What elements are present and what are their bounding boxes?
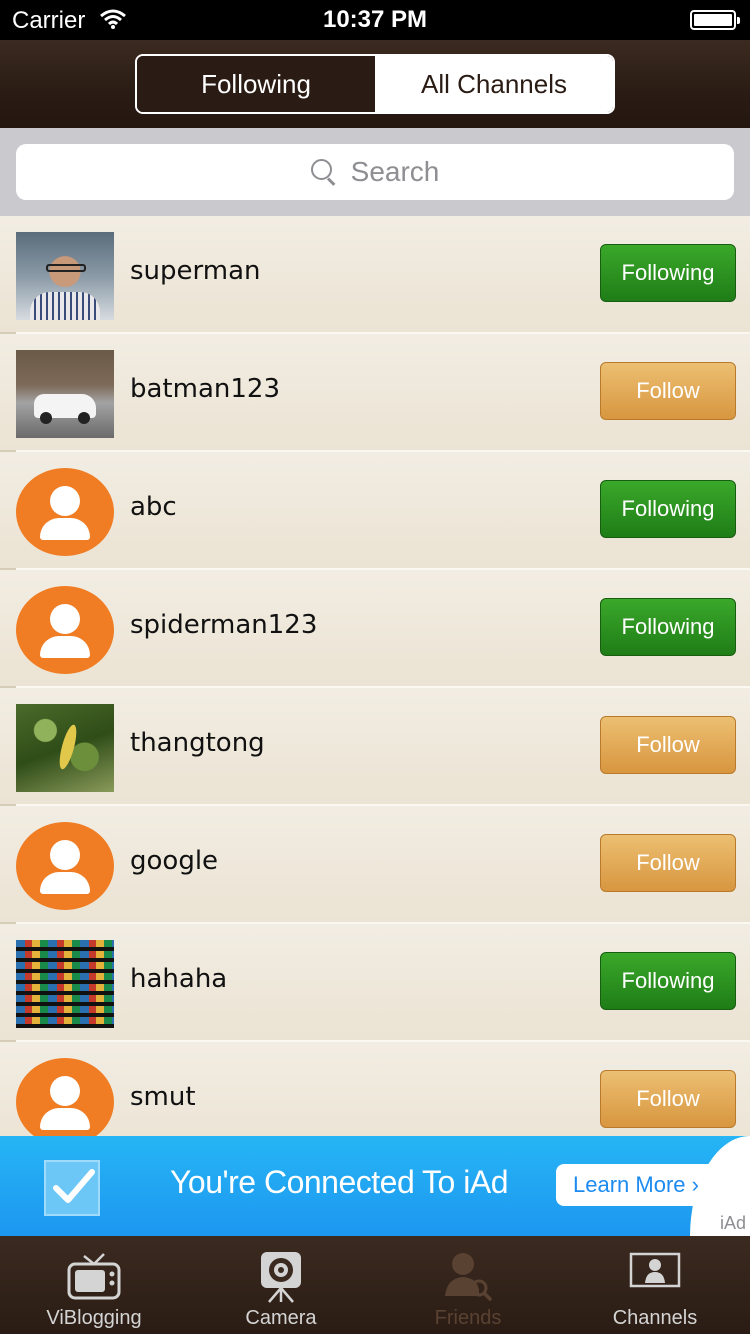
checkmark-icon	[44, 1160, 100, 1216]
tv-icon	[66, 1250, 122, 1304]
battery-icon	[690, 10, 740, 30]
status-bar: Carrier 10:37 PM	[0, 0, 750, 40]
list-item[interactable]: batman123 Follow	[0, 334, 750, 452]
channel-name: hahaha	[130, 964, 228, 994]
list-item[interactable]: superman Following	[0, 216, 750, 334]
tab-label: ViBlogging	[46, 1307, 142, 1329]
channel-name: batman123	[130, 374, 280, 404]
channel-name: thangtong	[130, 728, 265, 758]
channel-name: spiderman123	[130, 610, 318, 640]
avatar	[16, 704, 114, 792]
tab-label: Channels	[612, 1307, 698, 1329]
segmented-control: Following All Channels	[135, 54, 615, 114]
search-bar: Search	[0, 128, 750, 216]
default-user-icon	[16, 1058, 114, 1136]
channel-name: superman	[130, 256, 261, 286]
follow-button[interactable]: Follow	[600, 834, 736, 892]
channel-name: smut	[130, 1082, 196, 1112]
tab-friends[interactable]: Friends	[374, 1236, 562, 1334]
list-item[interactable]: thangtong Follow	[0, 688, 750, 806]
tab-channels[interactable]: Channels	[561, 1236, 749, 1334]
friends-icon	[443, 1250, 493, 1306]
tab-bar: ViBlogging Camera Friends Channels	[0, 1236, 750, 1334]
channels-icon	[629, 1250, 681, 1298]
following-button[interactable]: Following	[600, 244, 736, 302]
avatar	[16, 350, 114, 438]
tab-label: Camera	[245, 1307, 317, 1329]
camera-icon	[259, 1250, 303, 1308]
search-icon	[310, 159, 337, 185]
iad-badge: iAd	[719, 1213, 746, 1233]
clock: 10:37 PM	[322, 6, 428, 33]
default-user-icon	[16, 586, 114, 674]
avatar	[16, 232, 114, 320]
following-button[interactable]: Following	[600, 598, 736, 656]
follow-button[interactable]: Follow	[600, 716, 736, 774]
tab-label: Friends	[434, 1307, 502, 1329]
default-user-icon	[16, 468, 114, 556]
channel-list: superman Following batman123 Follow abc …	[0, 216, 750, 1136]
nav-header: Following All Channels	[0, 40, 750, 128]
search-placeholder: Search	[350, 156, 440, 187]
default-user-icon	[16, 822, 114, 910]
search-input[interactable]: Search	[16, 144, 734, 200]
follow-button[interactable]: Follow	[600, 362, 736, 420]
learn-more-button[interactable]: Learn More ›	[556, 1164, 716, 1206]
channel-name: google	[130, 846, 219, 876]
list-item[interactable]: abc Following	[0, 452, 750, 570]
tab-viblogging[interactable]: ViBlogging	[0, 1236, 188, 1334]
channel-name: abc	[130, 492, 177, 522]
list-item[interactable]: google Follow	[0, 806, 750, 924]
ad-banner[interactable]: You're Connected To iAd Learn More › iAd	[0, 1136, 750, 1236]
ad-title: You're Connected To iAd	[170, 1164, 508, 1200]
follow-button[interactable]: Follow	[600, 1070, 736, 1128]
tab-all-channels[interactable]: All Channels	[375, 56, 613, 112]
following-button[interactable]: Following	[600, 952, 736, 1010]
tab-camera[interactable]: Camera	[187, 1236, 375, 1334]
avatar	[16, 940, 114, 1028]
following-button[interactable]: Following	[600, 480, 736, 538]
list-item[interactable]: smut Follow	[0, 1042, 750, 1136]
list-item[interactable]: hahaha Following	[0, 924, 750, 1042]
list-item[interactable]: spiderman123 Following	[0, 570, 750, 688]
tab-following[interactable]: Following	[137, 56, 375, 112]
